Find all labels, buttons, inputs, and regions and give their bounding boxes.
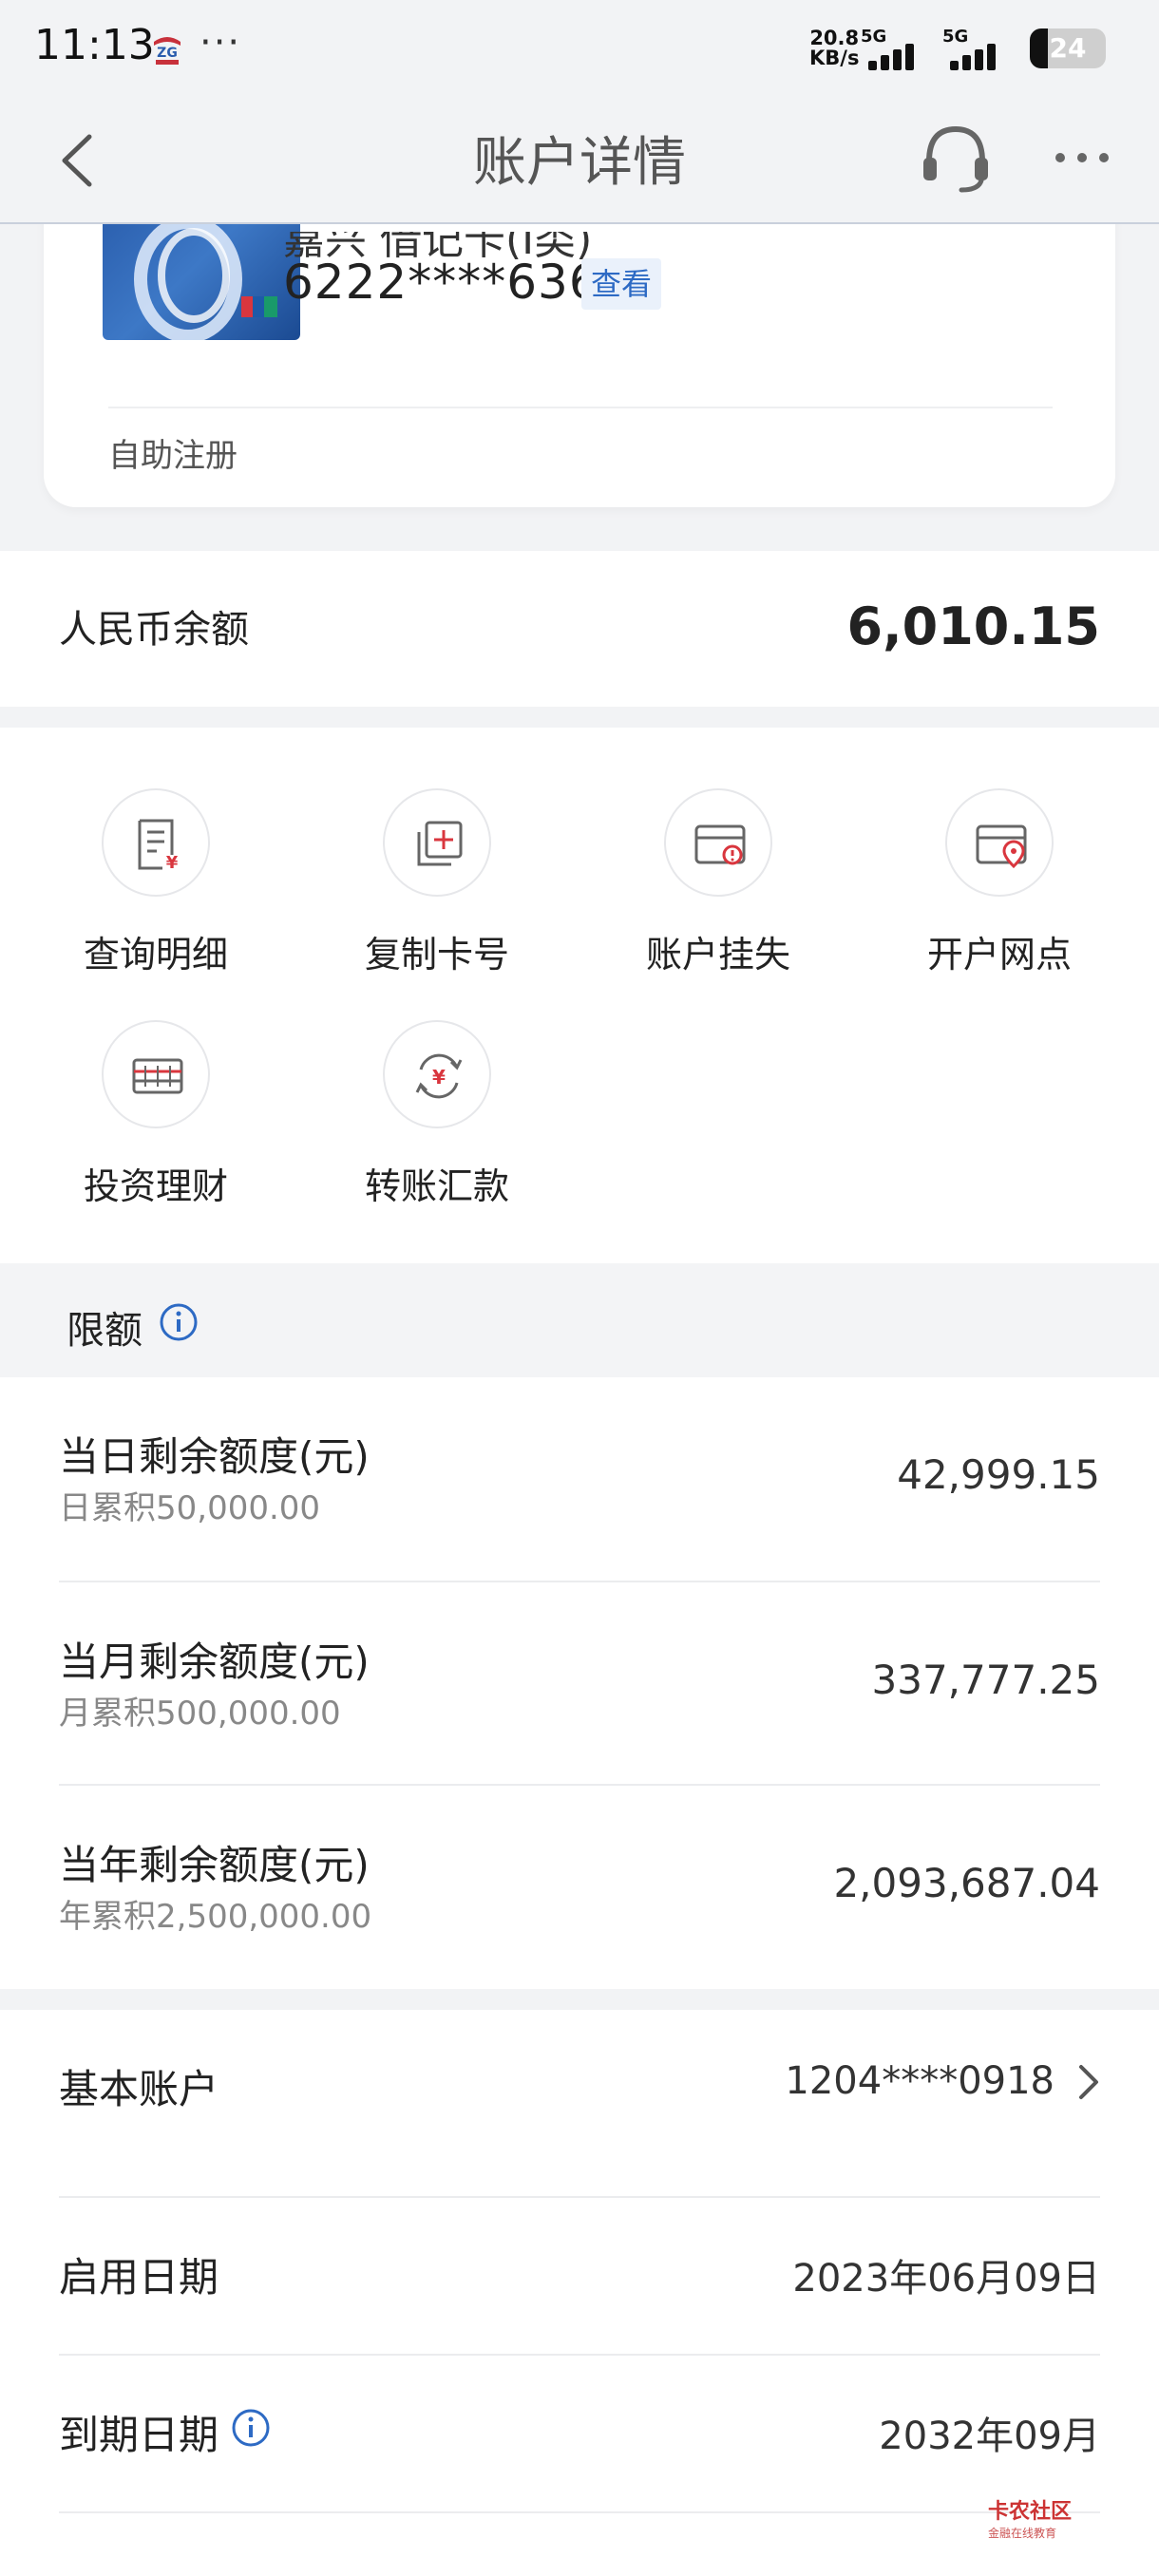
basic-account-label: 基本账户 (59, 2066, 219, 2112)
info-icon[interactable] (158, 1301, 200, 1343)
limit-row-sub: 年累积2,500,000.00 (59, 1898, 372, 1936)
limit-row-value: 42,999.15 (897, 1451, 1100, 1498)
app-notification-icon: ZG (154, 37, 180, 65)
network-speed-unit: KB/s (809, 47, 860, 69)
more-notifications-icon: ··· (200, 21, 242, 65)
account-info-list: 基本账户 1204****0918 启用日期 2023年06月09日 到期日期 … (0, 2010, 1159, 2576)
limit-header: 限额 (0, 1263, 1159, 1377)
limit-title: 限额 (66, 1309, 142, 1353)
start-date-row: 启用日期 2023年06月09日 (0, 2198, 1159, 2356)
more-options-icon[interactable] (1049, 131, 1115, 184)
action-investment[interactable]: 投资理财 (32, 1020, 279, 1210)
action-label: 投资理财 (83, 1165, 228, 1207)
report-loss-icon (664, 788, 772, 897)
limit-list: 当日剩余额度(元) 日累积50,000.00 42,999.15 当月剩余额度(… (0, 1377, 1159, 1989)
limit-row-value: 2,093,687.04 (833, 1860, 1100, 1906)
limit-row-sub: 日累积50,000.00 (59, 1489, 321, 1527)
action-query-detail[interactable]: ¥ 查询明细 (32, 788, 279, 978)
bank-card-image (103, 213, 300, 340)
limit-row-yearly: 当年剩余额度(元) 年累积2,500,000.00 2,093,687.04 (0, 1786, 1159, 1989)
action-transfer[interactable]: ¥ 转账汇款 (314, 1020, 560, 1210)
watermark: 卡农社区 金融在线教育 (988, 2494, 1072, 2541)
network-speed: 20.8 KB/s (809, 28, 859, 68)
transfer-icon: ¥ (383, 1020, 491, 1128)
limit-row-daily: 当日剩余额度(元) 日累积50,000.00 42,999.15 (0, 1377, 1159, 1581)
action-label: 开户网点 (926, 934, 1072, 975)
customer-service-icon[interactable] (916, 118, 996, 198)
action-branch[interactable]: 开户网点 (876, 788, 1123, 978)
limit-row-value: 337,777.25 (871, 1657, 1100, 1703)
action-copy-card[interactable]: 复制卡号 (314, 788, 560, 978)
limit-row-title: 当月剩余额度(元) (59, 1638, 370, 1685)
self-register-link[interactable]: 自助注册 (108, 429, 238, 476)
unionpay-card-icon (134, 216, 277, 340)
signal-strength-icon: 5G (861, 27, 929, 70)
copy-card-icon (383, 788, 491, 897)
expiry-date-row: 到期日期 2032年09月 (0, 2356, 1159, 2513)
action-label: 复制卡号 (364, 934, 509, 975)
balance-label: 人民币余额 (59, 608, 249, 652)
limit-row-title: 当日剩余额度(元) (59, 1433, 370, 1480)
action-label: 转账汇款 (364, 1165, 509, 1207)
limit-row-title: 当年剩余额度(元) (59, 1842, 370, 1888)
start-date-value: 2023年06月09日 (792, 2257, 1100, 2301)
watermark-sub: 金融在线教育 (988, 2527, 1057, 2540)
limit-row-monthly: 当月剩余额度(元) 月累积500,000.00 337,777.25 (0, 1582, 1159, 1786)
chevron-right-icon (1079, 2065, 1098, 2099)
action-grid: ¥ 查询明细 复制卡号 账户挂失 开户网点 投资理财 ¥ 转账汇款 (0, 728, 1159, 1263)
balance-section: 人民币余额 6,010.15 (0, 551, 1159, 707)
investment-icon (102, 1020, 210, 1128)
battery-level: 24 (1049, 32, 1087, 64)
info-icon[interactable] (230, 2407, 272, 2449)
basic-account-value: 1204****0918 (785, 2059, 1054, 2103)
status-time: 11:13 (34, 21, 155, 69)
network-speed-value: 20.8 (809, 27, 860, 49)
signal-strength-icon: 5G (942, 27, 1011, 70)
expiry-date-label: 到期日期 (59, 2412, 219, 2458)
action-label: 查询明细 (83, 934, 228, 975)
svg-text:¥: ¥ (432, 1066, 446, 1089)
status-bar: 11:13 ZG ··· 20.8 KB/s 5G 5G 24 (0, 0, 1159, 99)
view-card-number-button[interactable]: 查看 (581, 258, 661, 310)
svg-text:ZG: ZG (157, 46, 178, 61)
action-label: 账户挂失 (645, 934, 790, 975)
basic-account-row[interactable]: 基本账户 1204****0918 (0, 2010, 1159, 2168)
divider (108, 407, 1053, 408)
branch-location-icon (945, 788, 1054, 897)
bill-detail-icon: ¥ (102, 788, 210, 897)
divider (59, 2511, 1100, 2513)
watermark-main: 卡农社区 (988, 2500, 1073, 2524)
limit-row-sub: 月累积500,000.00 (59, 1695, 341, 1733)
nav-bar: 账户详情 (0, 99, 1159, 224)
action-report-loss[interactable]: 账户挂失 (595, 788, 842, 978)
start-date-label: 启用日期 (59, 2254, 219, 2301)
balance-value: 6,010.15 (846, 597, 1100, 656)
battery-icon: 24 (1030, 28, 1106, 68)
card-number: 6222****6365 (283, 255, 632, 310)
expiry-date-value: 2032年09月 (879, 2415, 1100, 2458)
svg-text:¥: ¥ (166, 853, 179, 872)
